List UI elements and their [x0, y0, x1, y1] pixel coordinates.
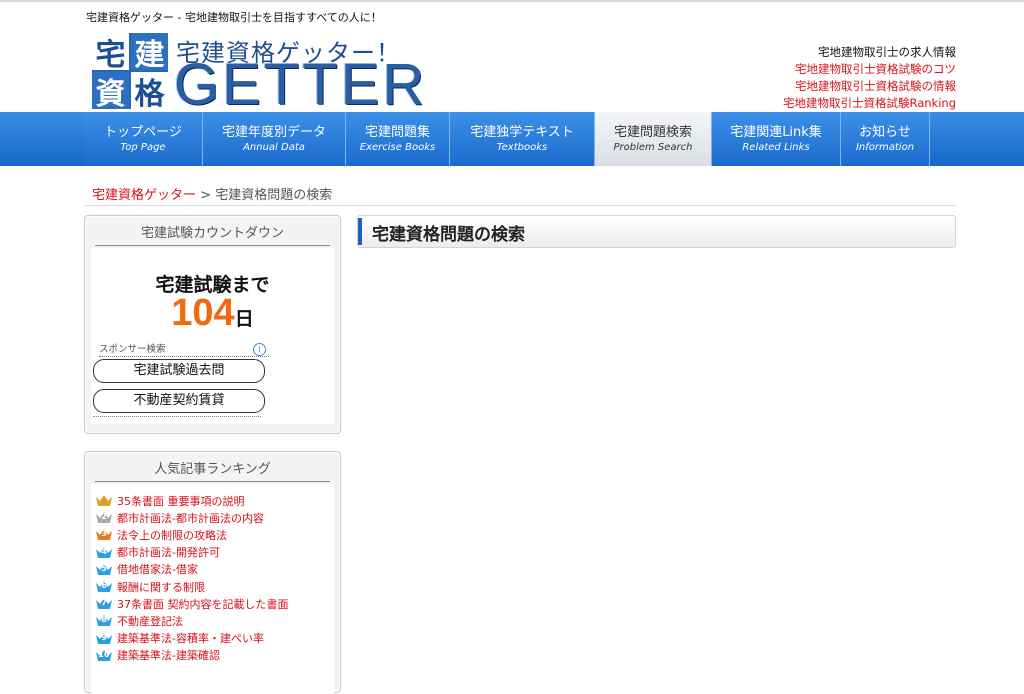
ranking-item[interactable]: 10 建築基準法-建築確認: [95, 647, 334, 664]
nav-sublabel: Top Page: [120, 141, 166, 153]
nav-sublabel: Problem Search: [613, 141, 693, 153]
header-link-ranking[interactable]: 宅地建物取引士資格試験Ranking: [783, 95, 956, 112]
nav-label: 宅建独学テキスト: [470, 124, 574, 140]
sponsor-link[interactable]: 不動産契約賃貸: [93, 389, 265, 413]
ranking-widget: 人気記事ランキング 35条書面 重要事項の説明 2 都市計画法-都市計画法の内容 3 法…: [84, 451, 341, 694]
rank-number: 2: [101, 512, 107, 522]
rank-badge-icon: 4: [95, 546, 113, 559]
rank-badge-icon: 2: [95, 511, 113, 524]
logo-char: 格: [131, 72, 168, 112]
ranking-link[interactable]: 35条書面 重要事項の説明: [117, 493, 245, 509]
nav-sublabel: Information: [855, 141, 915, 153]
nav-label: 宅建関連Link集: [730, 124, 822, 140]
ranking-item[interactable]: 4 都市計画法-開発許可: [95, 544, 334, 561]
rank-number: 8: [101, 615, 107, 625]
heading-accent-bar: [358, 218, 362, 245]
countdown-title: 宅建試験カウントダウン: [95, 222, 330, 246]
nav-exercise-books[interactable]: 宅建問題集 Exercise Books: [346, 112, 450, 166]
nav-information[interactable]: お知らせ Information: [841, 112, 930, 166]
ranking-item[interactable]: 2 都市計画法-都市計画法の内容: [95, 509, 334, 526]
nav-sublabel: Related Links: [742, 141, 810, 153]
nav-sublabel: Annual Data: [243, 141, 305, 153]
nav-label: お知らせ: [859, 124, 911, 140]
ranking-link[interactable]: 不動産登記法: [117, 613, 183, 629]
rank-number: 10: [98, 649, 110, 659]
countdown-number: 104: [171, 292, 235, 334]
rank-number: 3: [101, 529, 107, 539]
nav-label: 宅建年度別データ: [221, 124, 326, 140]
ranking-link[interactable]: 37条書面 契約内容を記載した書面: [117, 596, 289, 612]
ranking-link[interactable]: 都市計画法-開発許可: [117, 544, 220, 560]
main-heading: 宅建資格問題の検索: [357, 215, 956, 248]
countdown-unit: 日: [234, 308, 254, 330]
ranking-link[interactable]: 都市計画法-都市計画法の内容: [117, 510, 264, 526]
rank-badge-icon: 5: [95, 563, 113, 576]
logo-char: 宅: [92, 33, 129, 73]
header-links: 宅地建物取引士の求人情報 宅地建物取引士資格試験のコツ 宅地建物取引士資格試験の…: [783, 44, 956, 112]
nav-sublabel: Exercise Books: [359, 141, 436, 153]
nav-annual-data[interactable]: 宅建年度別データ Annual Data: [203, 112, 346, 166]
ranking-item[interactable]: 5 借地借家法-借家: [95, 561, 334, 578]
crown-icon: [95, 494, 113, 507]
nav-label: 宅建問題集: [364, 124, 430, 140]
ranking-link[interactable]: 報酬に関する制限: [117, 579, 205, 595]
ranking-link[interactable]: 建築基準法-建築確認: [117, 647, 220, 663]
header-link-tips[interactable]: 宅地建物取引士資格試験のコツ: [783, 61, 956, 78]
site-logo[interactable]: 宅 建 資 格 宅建資格ゲッター！ GETTER: [92, 33, 452, 115]
nav-label: トップページ: [104, 124, 182, 140]
logo-mark: 宅 建 資 格: [92, 33, 168, 112]
ranking-item[interactable]: 6 報酬に関する制限: [95, 578, 334, 595]
nav-label: 宅建問題検索: [613, 124, 692, 140]
nav-related-links[interactable]: 宅建関連Link集 Related Links: [712, 112, 841, 166]
countdown-days: 104日: [91, 292, 334, 335]
sponsor-search-label: スポンサー検索: [99, 344, 269, 357]
nav-textbooks[interactable]: 宅建独学テキスト Textbooks: [450, 112, 595, 166]
logo-wordmark: GETTER: [174, 52, 428, 117]
rank-badge-icon: 8: [95, 614, 113, 627]
divider: [84, 205, 956, 206]
ranking-link[interactable]: 借地借家法-借家: [117, 561, 198, 577]
nav-top-page[interactable]: トップページ Top Page: [84, 112, 203, 166]
logo-char: 資: [92, 72, 129, 112]
ranking-title: 人気記事ランキング: [95, 458, 330, 482]
ranking-item[interactable]: 9 建築基準法-容積率・建ぺい率: [95, 630, 334, 647]
rank-badge-icon: 10: [95, 649, 113, 662]
site-tagline: 宅建資格ゲッター - 宅地建物取引士を目指すすべての人に！: [86, 11, 382, 24]
sponsor-link[interactable]: 宅建試験過去問: [93, 359, 265, 383]
breadcrumb-home[interactable]: 宅建資格ゲッター: [92, 188, 196, 203]
ranking-list: 35条書面 重要事項の説明 2 都市計画法-都市計画法の内容 3 法令上の制限の攻略法 4…: [91, 484, 334, 664]
breadcrumb-current: 宅建資格問題の検索: [215, 188, 333, 203]
page-title: 宅建資格問題の検索: [372, 225, 525, 245]
rank-number: 5: [101, 563, 107, 573]
rank-badge-icon: 7: [95, 597, 113, 610]
ranking-item[interactable]: 8 不動産登記法: [95, 612, 334, 629]
header-link-info[interactable]: 宅地建物取引士資格試験の情報: [783, 78, 956, 95]
ranking-link[interactable]: 建築基準法-容積率・建ぺい率: [117, 630, 264, 646]
countdown-widget: 宅建試験カウントダウン 宅建試験まで 104日 スポンサー検索 i 宅建試験過去…: [84, 215, 341, 434]
ranking-link[interactable]: 法令上の制限の攻略法: [117, 527, 227, 543]
rank-badge-icon: 3: [95, 528, 113, 541]
rank-number: 6: [101, 581, 107, 591]
rank-number: 9: [101, 632, 107, 642]
breadcrumb: 宅建資格ゲッター > 宅建資格問題の検索: [92, 184, 332, 203]
nav-problem-search[interactable]: 宅建問題検索 Problem Search: [595, 112, 712, 166]
ranking-item[interactable]: 7 37条書面 契約内容を記載した書面: [95, 595, 334, 612]
info-icon[interactable]: i: [253, 343, 266, 356]
logo-char: 建: [131, 33, 168, 73]
rank-badge-icon: 9: [95, 632, 113, 645]
rank-number: 4: [101, 546, 107, 556]
header-link-jobs[interactable]: 宅地建物取引士の求人情報: [783, 44, 956, 61]
top-border: [0, 0, 1024, 2]
breadcrumb-separator: >: [200, 188, 212, 203]
ranking-item[interactable]: 35条書面 重要事項の説明: [95, 492, 334, 509]
nav-sublabel: Textbooks: [496, 141, 548, 153]
main-nav: トップページ Top Page 宅建年度別データ Annual Data 宅建問…: [0, 112, 1024, 166]
divider: [93, 416, 261, 417]
rank-number: 7: [101, 598, 107, 608]
rank-badge-icon: 6: [95, 580, 113, 593]
ranking-item[interactable]: 3 法令上の制限の攻略法: [95, 526, 334, 543]
